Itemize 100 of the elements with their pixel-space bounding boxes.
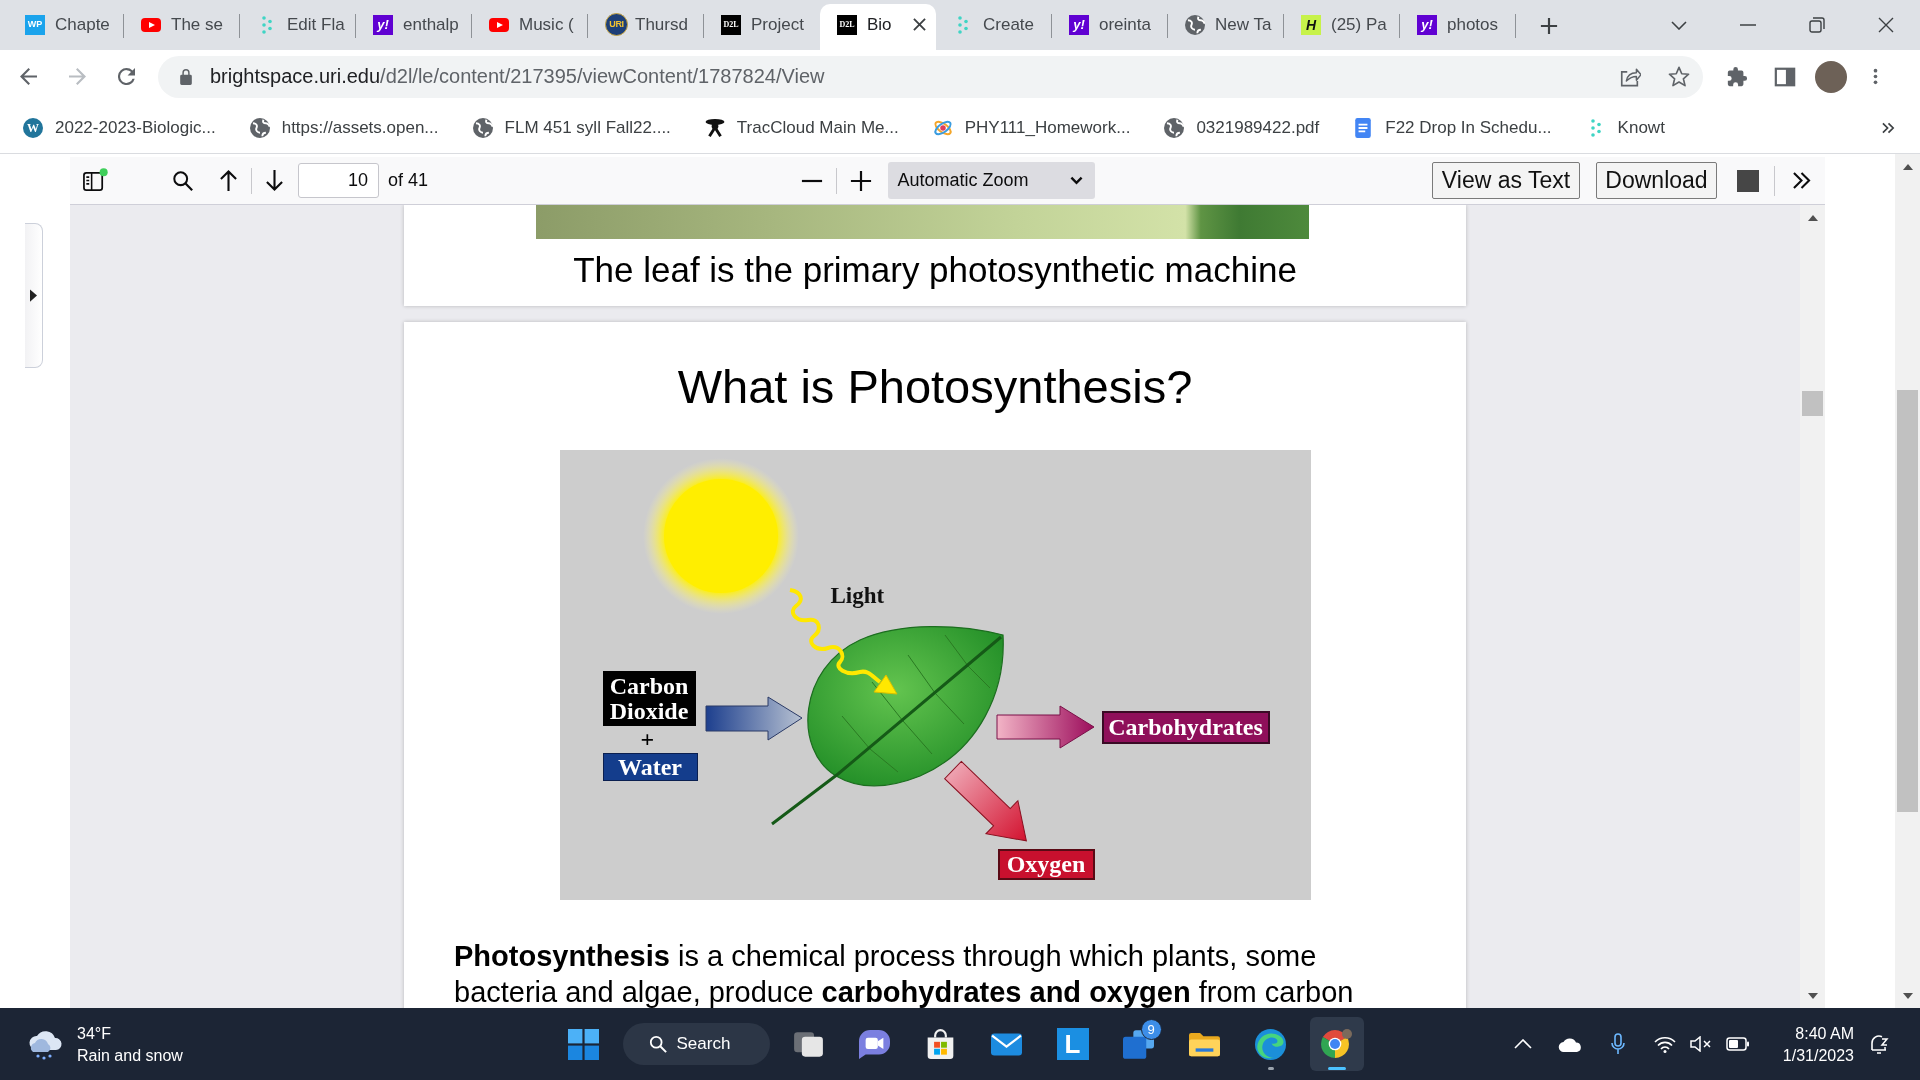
letter-tile-icon: L bbox=[1056, 1028, 1089, 1060]
zoom-out-icon[interactable] bbox=[800, 178, 823, 183]
double-chevron-icon[interactable] bbox=[1792, 172, 1811, 189]
globe-icon bbox=[249, 118, 270, 138]
temperature: 34°F bbox=[77, 1023, 112, 1043]
arrow-up-icon[interactable] bbox=[219, 169, 238, 192]
microphone-icon[interactable] bbox=[1609, 1033, 1626, 1055]
close-icon[interactable] bbox=[1877, 17, 1894, 33]
side-panel-icon[interactable] bbox=[1774, 65, 1796, 88]
more-icon[interactable] bbox=[1873, 67, 1878, 86]
letter-tile-icon: WP bbox=[25, 14, 45, 35]
bookmark-item[interactable]: FLM 451 syll Fall22.... bbox=[472, 118, 671, 138]
globe-icon bbox=[472, 118, 493, 138]
browser-tab[interactable]: URI Thursd bbox=[588, 4, 704, 50]
bell-snooze-icon[interactable] bbox=[1868, 1033, 1890, 1055]
browser-tab[interactable]: D2L Project bbox=[704, 4, 820, 50]
globe-icon bbox=[1164, 118, 1185, 138]
dots-icon bbox=[1590, 118, 1601, 138]
address-bar[interactable]: brightspace.uri.edu/d2l/le/content/217395/viewContent/1787824/View bbox=[158, 55, 1703, 98]
arrow-down-icon[interactable] bbox=[265, 169, 284, 192]
bookmark-item[interactable]: https://assets.open... bbox=[249, 118, 439, 138]
browser-tab[interactable]: y! enthalp bbox=[356, 4, 472, 50]
bookmark-item[interactable]: 0321989422.pdf bbox=[1164, 118, 1320, 138]
wifi-icon[interactable] bbox=[1653, 1035, 1676, 1053]
browser-tab[interactable]: The se bbox=[124, 4, 240, 50]
lock-icon bbox=[180, 68, 192, 85]
close-icon[interactable] bbox=[913, 18, 926, 31]
browser-tab[interactable]: y! oreinta bbox=[1052, 4, 1168, 50]
share-icon[interactable] bbox=[1619, 66, 1641, 87]
caret-down-icon[interactable] bbox=[1670, 20, 1687, 30]
letter-tile-icon: H bbox=[1301, 14, 1321, 35]
bookmark-item[interactable]: Knowt bbox=[1585, 118, 1665, 138]
speaker-icon[interactable] bbox=[1689, 1036, 1712, 1052]
restore-icon[interactable] bbox=[1808, 17, 1825, 33]
browser-tab[interactable]: Music ( bbox=[472, 4, 588, 50]
letter-tile-icon: y! bbox=[1417, 14, 1437, 35]
search-button[interactable]: Search bbox=[622, 1023, 770, 1065]
avatar[interactable] bbox=[1815, 60, 1847, 93]
clock-time[interactable]: 8:40 AM bbox=[1795, 1023, 1854, 1043]
video-chat-icon bbox=[859, 1028, 890, 1060]
play-icon bbox=[489, 17, 509, 32]
battery-icon[interactable] bbox=[1725, 1037, 1750, 1051]
product-label: Oxygen bbox=[997, 849, 1095, 880]
scroll-down-icon[interactable] bbox=[1902, 993, 1913, 999]
bookmark-item[interactable]: TracCloud Main Me... bbox=[704, 118, 899, 138]
clock-date[interactable]: 1/31/2023 bbox=[1782, 1045, 1854, 1065]
zoom-in-icon[interactable] bbox=[849, 169, 872, 192]
scrollbar[interactable] bbox=[1800, 205, 1825, 1008]
scrollbar-thumb[interactable] bbox=[1897, 390, 1918, 812]
page-number-field[interactable]: 10 bbox=[298, 163, 379, 198]
dots-icon bbox=[958, 15, 968, 34]
scroll-down-icon[interactable] bbox=[1807, 993, 1818, 999]
cloud-icon[interactable] bbox=[1557, 1036, 1582, 1052]
scroll-up-icon[interactable] bbox=[1902, 164, 1913, 170]
chevron-up-icon[interactable] bbox=[1513, 1039, 1532, 1049]
atom-icon bbox=[932, 118, 953, 138]
bookmark-item[interactable]: F22 Drop In Schedu... bbox=[1353, 118, 1552, 138]
double-chevron-icon[interactable] bbox=[1882, 122, 1895, 134]
caret-right-icon bbox=[30, 289, 37, 302]
body-paragraph: Photosynthesis is a chemical process through which plants, some bacteria and algae, produce carbohydrates and oxygen from carbon bbox=[453, 939, 1355, 1008]
view-as-text-button[interactable]: View as Text bbox=[1432, 162, 1580, 199]
round-logo-icon bbox=[1321, 1028, 1352, 1060]
plus-icon[interactable] bbox=[1540, 17, 1558, 35]
reload-icon[interactable] bbox=[118, 68, 135, 85]
download-button[interactable]: Download bbox=[1596, 162, 1717, 199]
taskbar-button[interactable] bbox=[1309, 1017, 1364, 1071]
letter-tile-icon: D2L bbox=[721, 14, 741, 35]
browser-tab[interactable]: D2L Bio bbox=[820, 4, 936, 50]
star-icon[interactable] bbox=[1668, 66, 1690, 87]
play-icon bbox=[141, 17, 161, 32]
search-icon bbox=[648, 1035, 667, 1053]
globe-icon bbox=[1185, 14, 1205, 35]
start-icon[interactable] bbox=[568, 1028, 599, 1060]
browser-tab[interactable]: y! photos bbox=[1400, 4, 1516, 50]
scroll-up-icon[interactable] bbox=[1807, 215, 1818, 221]
scrollbar-thumb[interactable] bbox=[1802, 391, 1823, 416]
slide-caption: The leaf is the primary photosynthetic machine bbox=[572, 249, 1298, 291]
sidebar-handle[interactable] bbox=[25, 223, 43, 368]
zoom-dropdown[interactable]: Automatic Zoom bbox=[887, 162, 1095, 199]
figure-icon bbox=[704, 118, 725, 138]
browser-tab[interactable]: WP Chapte bbox=[8, 4, 124, 50]
puzzle-icon[interactable] bbox=[1726, 65, 1748, 88]
notification-badge: 9 bbox=[1140, 1019, 1162, 1040]
scrollbar[interactable] bbox=[1895, 154, 1920, 1008]
sidebar-icon[interactable] bbox=[82, 168, 108, 193]
minimize-icon[interactable] bbox=[1739, 24, 1756, 26]
bookmark-item[interactable]: PHY111_Homework... bbox=[932, 118, 1131, 138]
browser-tab[interactable]: H (25) Pa bbox=[1284, 4, 1400, 50]
plus-sign: + bbox=[640, 728, 655, 750]
browser-tab[interactable]: New Ta bbox=[1168, 4, 1284, 50]
swirl-logo-icon bbox=[1255, 1028, 1286, 1060]
round-emblem-icon: W bbox=[23, 118, 43, 138]
back-icon[interactable] bbox=[20, 68, 37, 85]
letter-tile-icon: y! bbox=[373, 14, 393, 35]
square-icon[interactable] bbox=[1737, 169, 1759, 192]
reactant-label: Carbon Dioxide bbox=[602, 671, 696, 726]
search-icon[interactable] bbox=[172, 169, 194, 192]
browser-tab[interactable]: Edit Fla bbox=[240, 4, 356, 50]
bookmark-item[interactable]: W 2022-2023-Biologic... bbox=[23, 118, 216, 138]
browser-tab[interactable]: Create bbox=[936, 4, 1052, 50]
